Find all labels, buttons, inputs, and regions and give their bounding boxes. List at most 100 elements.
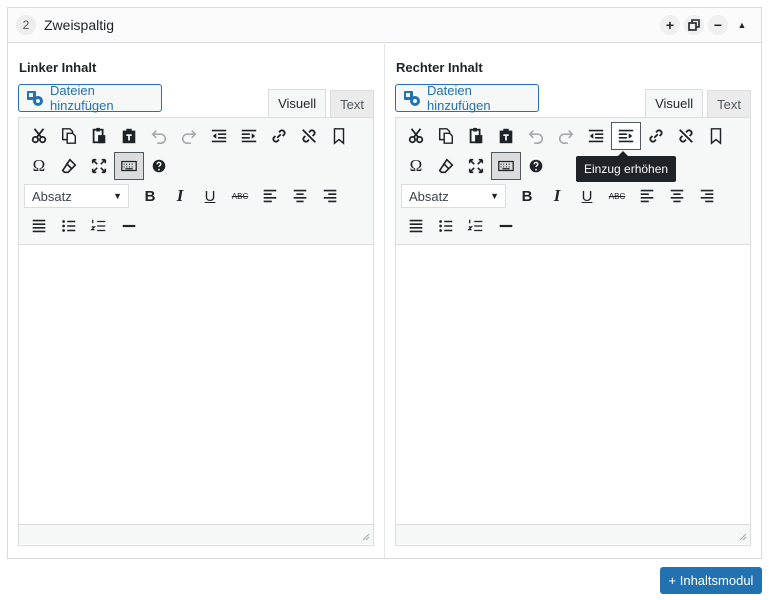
format-select[interactable]: Absatz ▼ [401, 184, 506, 208]
module-actions: + − ▲ [660, 15, 752, 35]
column-label: Rechter Inhalt [396, 60, 483, 75]
numbered-list-icon[interactable] [461, 212, 491, 240]
keyboard-icon[interactable] [491, 152, 521, 180]
paste-text-icon[interactable] [491, 122, 521, 150]
copy-icon[interactable] [54, 122, 84, 150]
tooltip: Einzug erhöhen [576, 151, 677, 182]
underline-icon[interactable]: U [195, 182, 225, 210]
tab-visual[interactable]: Visuell [645, 89, 704, 117]
indent-icon[interactable] [611, 122, 641, 150]
toolbar-row-4 [401, 211, 746, 241]
toolbar-row-3: Absatz ▼ B I U ABC [24, 181, 369, 211]
media-icon [26, 89, 44, 107]
italic-icon[interactable]: I [542, 182, 572, 210]
toolbar-row-2: Ω [401, 151, 746, 181]
fullscreen-icon[interactable] [461, 152, 491, 180]
columns-container: Linker Inhalt Dateien hinzufügen Visuell… [8, 44, 761, 558]
add-media-label: Dateien hinzufügen [50, 83, 114, 113]
editor-content-area[interactable] [19, 245, 373, 524]
eraser-icon[interactable] [54, 152, 84, 180]
add-media-button[interactable]: Dateien hinzufügen [18, 83, 162, 113]
undo-icon[interactable] [521, 122, 551, 150]
add-media-button[interactable]: Dateien hinzufügen [395, 83, 539, 113]
column-left: Linker Inhalt Dateien hinzufügen Visuell… [8, 44, 384, 558]
format-select[interactable]: Absatz ▼ [24, 184, 129, 208]
toolbar-row-3: Absatz ▼ B I U ABC [401, 181, 746, 211]
editor-tabs: Visuell Text [268, 89, 374, 117]
indent-icon[interactable] [234, 122, 264, 150]
bookmark-icon[interactable] [701, 122, 731, 150]
editor: Einzug erhöhen Ω Absatz ▼ B I U ABC [395, 117, 751, 546]
outdent-icon[interactable] [204, 122, 234, 150]
italic-icon[interactable]: I [165, 182, 195, 210]
editor-toolbar: Einzug erhöhen Ω Absatz ▼ B I U ABC [396, 118, 750, 245]
unlink-icon[interactable] [294, 122, 324, 150]
toolbar-row-2: Ω [24, 151, 369, 181]
eraser-icon[interactable] [431, 152, 461, 180]
align-right-icon[interactable] [692, 182, 722, 210]
special-char-icon[interactable]: Ω [401, 152, 431, 180]
paste-text-icon[interactable] [114, 122, 144, 150]
align-left-icon[interactable] [255, 182, 285, 210]
help-icon[interactable] [144, 152, 174, 180]
undo-icon[interactable] [144, 122, 174, 150]
resize-handle-icon[interactable] [360, 531, 370, 541]
fullscreen-icon[interactable] [84, 152, 114, 180]
add-icon[interactable]: + [660, 15, 680, 35]
add-content-module-button[interactable]: + Inhaltsmodul [660, 567, 762, 594]
cut-icon[interactable] [401, 122, 431, 150]
horizontal-rule-icon[interactable] [491, 212, 521, 240]
underline-icon[interactable]: U [572, 182, 602, 210]
editor-content-area[interactable] [396, 245, 750, 524]
bold-icon[interactable]: B [512, 182, 542, 210]
numbered-list-icon[interactable] [84, 212, 114, 240]
chevron-down-icon: ▼ [490, 191, 499, 201]
module-panel: 2 Zweispaltig + − ▲ Linker Inhalt Dateie… [7, 7, 762, 559]
align-center-icon[interactable] [662, 182, 692, 210]
column-label: Linker Inhalt [19, 60, 97, 75]
tab-text[interactable]: Text [707, 90, 751, 117]
add-media-label: Dateien hinzufügen [427, 83, 491, 113]
format-select-value: Absatz [32, 188, 72, 204]
bullet-list-icon[interactable] [431, 212, 461, 240]
tab-visual[interactable]: Visuell [268, 89, 327, 117]
toolbar-row-4 [24, 211, 369, 241]
justify-icon[interactable] [24, 212, 54, 240]
align-right-icon[interactable] [315, 182, 345, 210]
copy-icon[interactable] [431, 122, 461, 150]
special-char-icon[interactable]: Ω [24, 152, 54, 180]
tab-text[interactable]: Text [330, 90, 374, 117]
align-left-icon[interactable] [632, 182, 662, 210]
chevron-down-icon: ▼ [113, 191, 122, 201]
keyboard-icon[interactable] [114, 152, 144, 180]
link-icon[interactable] [264, 122, 294, 150]
help-icon[interactable] [521, 152, 551, 180]
link-icon[interactable] [641, 122, 671, 150]
strikethrough-icon[interactable]: ABC [602, 182, 632, 210]
minimize-icon[interactable]: − [708, 15, 728, 35]
bold-icon[interactable]: B [135, 182, 165, 210]
module-header[interactable]: 2 Zweispaltig + − ▲ [8, 8, 761, 43]
paste-icon[interactable] [461, 122, 491, 150]
toolbar-row-1 [401, 121, 746, 151]
module-number-badge: 2 [16, 15, 36, 35]
column-right: Rechter Inhalt Dateien hinzufügen Visuel… [384, 44, 761, 558]
align-center-icon[interactable] [285, 182, 315, 210]
unlink-icon[interactable] [671, 122, 701, 150]
paste-icon[interactable] [84, 122, 114, 150]
editor: Ω Absatz ▼ B I U ABC [18, 117, 374, 546]
redo-icon[interactable] [174, 122, 204, 150]
bookmark-icon[interactable] [324, 122, 354, 150]
strikethrough-icon[interactable]: ABC [225, 182, 255, 210]
justify-icon[interactable] [401, 212, 431, 240]
cut-icon[interactable] [24, 122, 54, 150]
toolbar-row-1 [24, 121, 369, 151]
collapse-icon[interactable]: ▲ [732, 15, 752, 35]
resize-handle-icon[interactable] [737, 531, 747, 541]
redo-icon[interactable] [551, 122, 581, 150]
module-title: Zweispaltig [44, 17, 115, 33]
outdent-icon[interactable] [581, 122, 611, 150]
horizontal-rule-icon[interactable] [114, 212, 144, 240]
duplicate-icon[interactable] [684, 15, 704, 35]
bullet-list-icon[interactable] [54, 212, 84, 240]
